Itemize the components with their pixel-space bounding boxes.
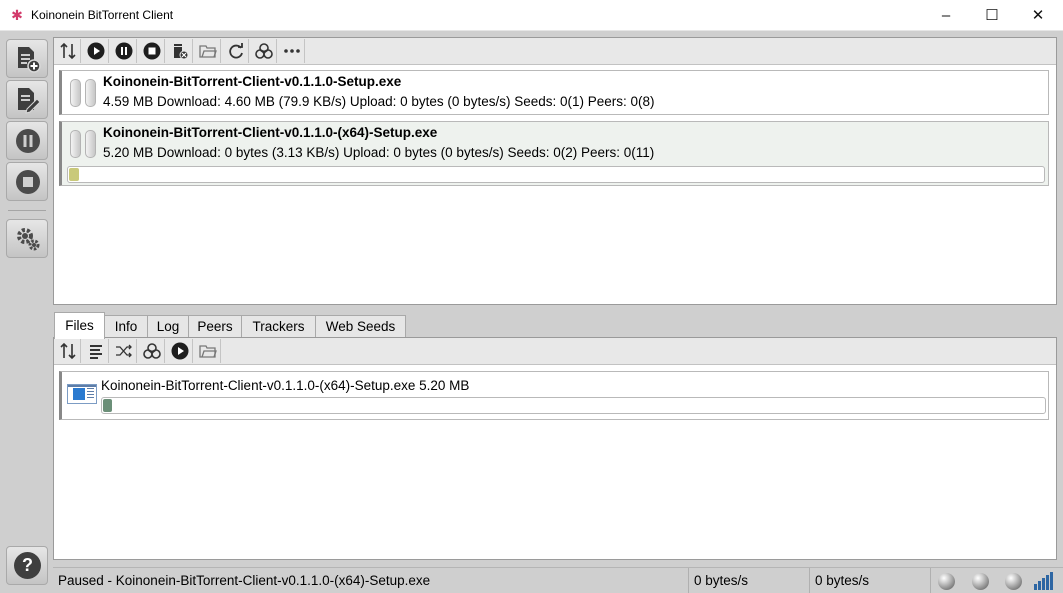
maximize-button[interactable]: ☐ bbox=[969, 0, 1015, 31]
torrent-name: Koinonein-BitTorrent-Client-v0.1.1.0-Set… bbox=[103, 74, 402, 89]
app-logo-icon: ✱ bbox=[11, 7, 23, 23]
refresh-icon bbox=[229, 43, 243, 59]
more-icon bbox=[284, 49, 300, 53]
sort-icon bbox=[60, 342, 76, 360]
pause-icon bbox=[115, 42, 133, 60]
file-progress-fill bbox=[103, 399, 113, 412]
status-message: Paused - Koinonein-BitTorrent-Client-v0.… bbox=[53, 568, 689, 593]
close-button[interactable]: ✕ bbox=[1015, 0, 1061, 31]
paused-state-icon bbox=[70, 130, 98, 158]
signal-strength-icon bbox=[1034, 572, 1056, 590]
pause-button[interactable] bbox=[110, 39, 137, 63]
edit-torrent-button[interactable] bbox=[6, 80, 48, 119]
torrent-progress-bar bbox=[67, 166, 1045, 183]
files-open-folder-button[interactable] bbox=[194, 339, 221, 363]
pause-all-button[interactable] bbox=[6, 121, 48, 160]
shuffle-button[interactable] bbox=[110, 339, 137, 363]
biohazard-button[interactable] bbox=[250, 39, 277, 63]
tab-info[interactable]: Info bbox=[104, 315, 148, 339]
priority-list-icon bbox=[90, 345, 102, 359]
tab-trackers[interactable]: Trackers bbox=[241, 315, 316, 339]
torrent-progress-fill bbox=[69, 168, 79, 181]
status-bar: Paused - Koinonein-BitTorrent-Client-v0.… bbox=[53, 567, 1063, 593]
files-play-button[interactable] bbox=[166, 339, 193, 363]
open-folder-icon bbox=[199, 45, 217, 58]
sidebar bbox=[0, 31, 53, 593]
upload-rate: 0 bytes/s bbox=[810, 568, 931, 593]
file-progress-bar bbox=[101, 397, 1046, 414]
more-button[interactable] bbox=[278, 39, 305, 63]
torrent-stats: 4.59 MB Download: 4.60 MB (79.9 KB/s) Up… bbox=[103, 94, 655, 109]
window-title: Koinonein BitTorrent Client bbox=[31, 8, 174, 22]
executable-file-icon bbox=[67, 384, 97, 404]
stop-all-button[interactable] bbox=[6, 162, 48, 201]
tab-peers[interactable]: Peers bbox=[188, 315, 242, 339]
sidebar-divider bbox=[8, 210, 46, 211]
pause-circle-icon bbox=[16, 129, 40, 153]
refresh-button[interactable] bbox=[222, 39, 249, 63]
files-toolbar bbox=[54, 338, 1056, 365]
tab-files[interactable]: Files bbox=[54, 312, 105, 339]
title-bar: ✱ Koinonein BitTorrent Client – ☐ ✕ bbox=[0, 0, 1063, 31]
file-label: Koinonein-BitTorrent-Client-v0.1.1.0-(x6… bbox=[101, 378, 470, 393]
remove-button[interactable] bbox=[166, 39, 193, 63]
help-icon: ? bbox=[14, 552, 41, 579]
tab-web-seeds[interactable]: Web Seeds bbox=[315, 315, 406, 339]
download-rate: 0 bytes/s bbox=[689, 568, 810, 593]
gears-icon bbox=[17, 228, 40, 251]
sort-button[interactable] bbox=[54, 39, 81, 63]
torrent-name: Koinonein-BitTorrent-Client-v0.1.1.0-(x6… bbox=[103, 125, 438, 140]
settings-button[interactable] bbox=[6, 219, 48, 258]
torrent-stats: 5.20 MB Download: 0 bytes (3.13 KB/s) Up… bbox=[103, 145, 655, 160]
files-sort-button[interactable] bbox=[54, 339, 81, 363]
files-biohazard-button[interactable] bbox=[138, 339, 165, 363]
status-led-icon bbox=[972, 573, 989, 590]
shuffle-icon bbox=[116, 344, 132, 358]
minimize-button[interactable]: – bbox=[923, 0, 969, 31]
torrent-list-panel: Koinonein-BitTorrent-Client-v0.1.1.0-Set… bbox=[53, 37, 1057, 305]
play-icon bbox=[171, 342, 189, 360]
play-icon bbox=[87, 42, 105, 60]
status-led-icon bbox=[1005, 573, 1022, 590]
edit-file-icon bbox=[18, 88, 41, 114]
torrent-toolbar bbox=[54, 38, 1056, 65]
stop-icon bbox=[143, 42, 161, 60]
stop-circle-icon bbox=[16, 170, 40, 194]
client-area: Koinonein-BitTorrent-Client-v0.1.1.0-Set… bbox=[0, 31, 1063, 593]
torrent-row[interactable]: Koinonein-BitTorrent-Client-v0.1.1.0-Set… bbox=[59, 70, 1049, 115]
add-file-icon bbox=[18, 47, 41, 73]
start-button[interactable] bbox=[82, 39, 109, 63]
delete-icon bbox=[174, 44, 189, 60]
file-row[interactable]: Koinonein-BitTorrent-Client-v0.1.1.0-(x6… bbox=[59, 371, 1049, 420]
priority-button[interactable] bbox=[82, 339, 109, 363]
add-torrent-button[interactable] bbox=[6, 39, 48, 78]
tab-log[interactable]: Log bbox=[147, 315, 189, 339]
stop-button[interactable] bbox=[138, 39, 165, 63]
open-folder-icon bbox=[199, 345, 217, 358]
files-panel: Koinonein-BitTorrent-Client-v0.1.1.0-(x6… bbox=[53, 337, 1057, 560]
sort-icon bbox=[60, 42, 76, 60]
open-folder-button[interactable] bbox=[194, 39, 221, 63]
torrent-row[interactable]: Koinonein-BitTorrent-Client-v0.1.1.0-(x6… bbox=[59, 121, 1049, 186]
biohazard-icon bbox=[143, 343, 161, 359]
help-button[interactable]: ? bbox=[6, 546, 48, 585]
paused-state-icon bbox=[70, 79, 98, 107]
biohazard-icon bbox=[255, 43, 273, 59]
status-led-icon bbox=[938, 573, 955, 590]
